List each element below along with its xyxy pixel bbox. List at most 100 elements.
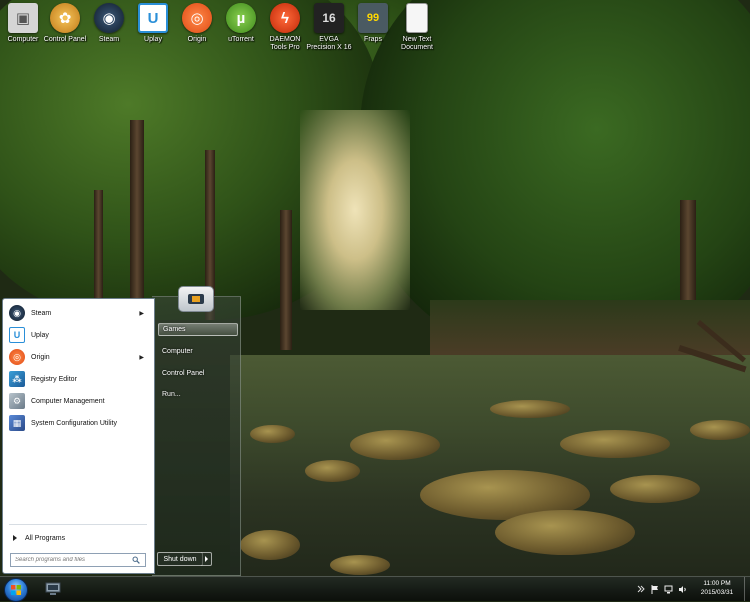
shutdown-options-button[interactable]: [201, 552, 212, 566]
desktop-icon-label: New Text Document: [401, 36, 433, 51]
start-menu-item-label: Steam: [31, 309, 52, 317]
start-menu-link-label: Run...: [162, 391, 181, 398]
evga-precision-icon: 16: [314, 3, 344, 33]
wallpaper-rock: [350, 430, 440, 460]
desktop-icon-row: ▣ Computer ✿ Control Panel ◉ Steam U Upl…: [0, 0, 750, 56]
steam-icon: ◉: [94, 3, 124, 33]
start-menu-item-label: Registry Editor: [31, 375, 77, 383]
desktop-icon-daemon-tools[interactable]: ϟ DAEMON Tools Pro: [262, 3, 308, 52]
start-menu-item-uplay[interactable]: U Uplay: [5, 325, 150, 345]
user-picture-icon: [188, 294, 204, 304]
show-hidden-icons-icon[interactable]: [636, 585, 645, 594]
start-menu-item-label: Computer Management: [31, 397, 105, 405]
desktop-icon-label: EVGA Precision X 16: [306, 36, 352, 51]
user-picture[interactable]: [178, 286, 214, 312]
taskbar-clock[interactable]: 11:00 PM 2015/03/31: [694, 579, 740, 597]
start-menu-link-computer[interactable]: Computer: [158, 345, 238, 358]
start-menu-item-system-configuration[interactable]: ▦ System Configuration Utility: [5, 413, 150, 433]
show-desktop-button[interactable]: [744, 577, 750, 601]
start-menu-divider: [9, 524, 147, 525]
start-menu-item-label: Uplay: [31, 331, 49, 339]
desktop-icon-utorrent[interactable]: µ uTorrent: [218, 3, 264, 44]
start-menu-item-registry-editor[interactable]: ⁂ Registry Editor: [5, 369, 150, 389]
origin-icon: ◎: [9, 349, 25, 365]
desktop-icon-label: Origin: [187, 36, 207, 43]
chevron-right-icon: [204, 556, 208, 562]
steam-icon: ◉: [9, 305, 25, 321]
windows-logo-icon: [11, 585, 21, 595]
desktop-icon-label: DAEMON Tools Pro: [269, 36, 301, 51]
desktop-icon-label: Computer: [7, 36, 39, 43]
clock-time: 11:00 PM: [703, 580, 731, 587]
start-menu-right-pane: [152, 296, 241, 576]
wallpaper-rock: [240, 530, 300, 560]
start-menu-link-run[interactable]: Run...: [158, 388, 238, 401]
wallpaper-rock: [690, 420, 750, 440]
wallpaper-rock: [610, 475, 700, 503]
wallpaper-rock: [495, 510, 635, 555]
desktop-icon-origin[interactable]: ◎ Origin: [174, 3, 220, 44]
all-programs-label: All Programs: [25, 534, 66, 542]
start-menu: ◉ Steam ▶ U Uplay ◎ Origin ▶ ⁂ Registry …: [2, 286, 241, 576]
desktop-icon-label: Uplay: [144, 36, 162, 43]
desktop-icon-fraps[interactable]: 99 Fraps: [350, 3, 396, 44]
registry-editor-icon: ⁂: [9, 371, 25, 387]
start-menu-link-label: Games: [163, 326, 186, 333]
wallpaper-sky-opening: [300, 110, 410, 310]
start-menu-item-steam[interactable]: ◉ Steam ▶: [5, 303, 150, 323]
taskbar: 11:00 PM 2015/03/31: [0, 576, 750, 602]
desktop-icon-new-text-document[interactable]: New Text Document: [394, 3, 440, 52]
desktop-icon-label: Control Panel: [43, 36, 87, 43]
fraps-icon: 99: [358, 3, 388, 33]
start-menu-item-label: System Configuration Utility: [31, 419, 117, 427]
notification-area: [636, 580, 687, 598]
submenu-arrow-icon: ▶: [139, 310, 144, 317]
action-center-flag-icon[interactable]: [650, 584, 659, 594]
wallpaper-rock: [560, 430, 670, 458]
all-programs-arrow-icon: [13, 535, 17, 541]
desktop-icon-label: Steam: [98, 36, 120, 43]
desktop-icon-label: uTorrent: [228, 36, 254, 43]
start-search-input[interactable]: [11, 555, 131, 565]
wallpaper-tree-trunk: [94, 190, 103, 300]
wallpaper-tree-trunk: [130, 120, 144, 310]
clock-date: 2015/03/31: [700, 589, 734, 596]
control-panel-icon: ✿: [50, 3, 80, 33]
desktop-icon-control-panel[interactable]: ✿ Control Panel: [42, 3, 88, 44]
volume-icon[interactable]: [678, 585, 687, 594]
desktop-icon-evga-precision[interactable]: 16 EVGA Precision X 16: [306, 3, 352, 52]
taskbar-app-button[interactable]: [40, 580, 66, 598]
uplay-icon: U: [138, 3, 168, 33]
search-icon[interactable]: [131, 555, 141, 565]
computer-management-icon: [45, 582, 61, 595]
uplay-icon: U: [9, 327, 25, 343]
submenu-arrow-icon: ▶: [139, 354, 144, 361]
wallpaper-tree-trunk: [280, 210, 292, 350]
desktop-icon-computer[interactable]: ▣ Computer: [0, 3, 46, 44]
network-icon[interactable]: [664, 585, 673, 594]
text-document-icon: [406, 3, 428, 33]
wallpaper-rock: [305, 460, 360, 482]
start-menu-link-control-panel[interactable]: Control Panel: [158, 367, 238, 380]
desktop-icon-steam[interactable]: ◉ Steam: [86, 3, 132, 44]
start-menu-item-origin[interactable]: ◎ Origin ▶: [5, 347, 150, 367]
start-menu-item-label: Origin: [31, 353, 50, 361]
start-menu-link-label: Computer: [162, 348, 193, 355]
all-programs-button[interactable]: All Programs: [7, 531, 147, 545]
daemon-tools-icon: ϟ: [270, 3, 300, 33]
start-search-box[interactable]: [10, 553, 146, 567]
shutdown-label: Shut down: [163, 555, 197, 563]
start-menu-programs-pane: ◉ Steam ▶ U Uplay ◎ Origin ▶ ⁂ Registry …: [2, 298, 155, 574]
start-button[interactable]: [4, 578, 28, 602]
desktop-icon-label: Fraps: [364, 36, 382, 43]
start-menu-item-computer-management[interactable]: ⚙ Computer Management: [5, 391, 150, 411]
desktop-icon-uplay[interactable]: U Uplay: [130, 3, 176, 44]
start-menu-link-games[interactable]: Games: [158, 323, 238, 336]
wallpaper-rock: [250, 425, 295, 443]
start-menu-link-label: Control Panel: [162, 370, 205, 377]
system-config-icon: ▦: [9, 415, 25, 431]
shutdown-button[interactable]: Shut down: [157, 552, 203, 566]
wallpaper-rock: [330, 555, 390, 575]
computer-management-icon: ⚙: [9, 393, 25, 409]
wallpaper-rock: [490, 400, 570, 418]
